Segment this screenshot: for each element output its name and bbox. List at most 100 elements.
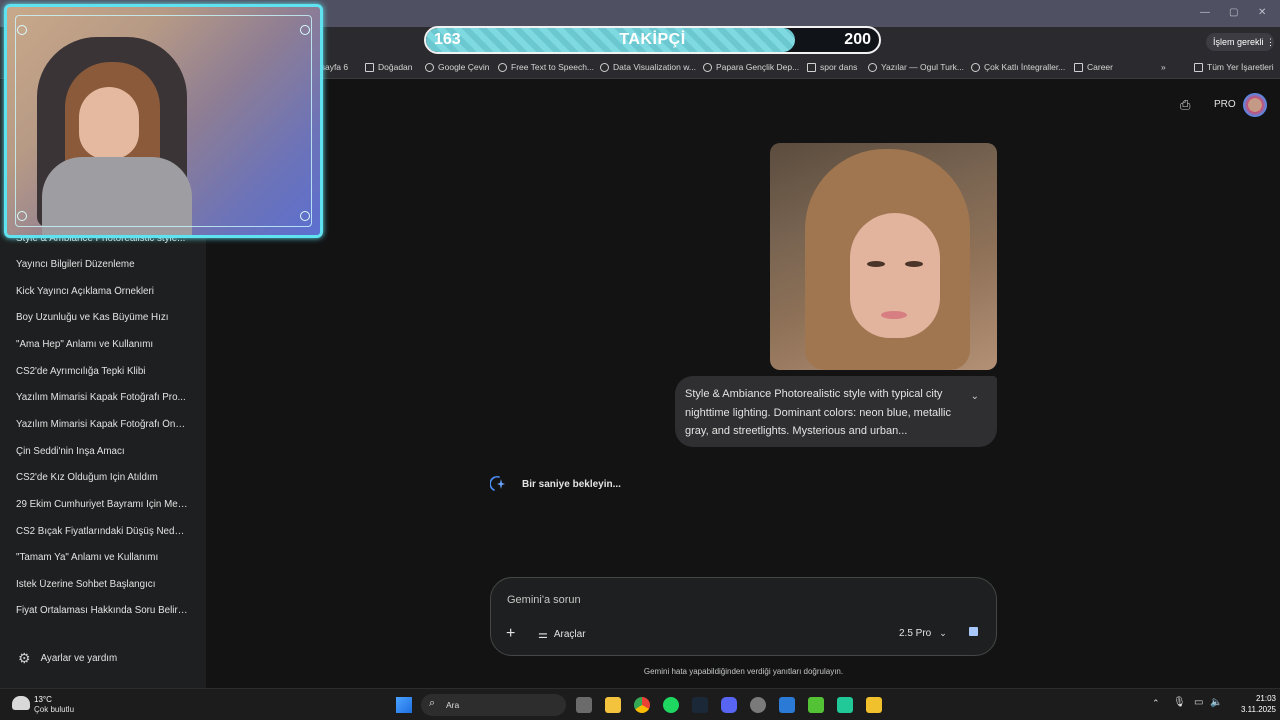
chrome-icon[interactable]	[634, 697, 650, 713]
gear-icon: ⚙	[18, 650, 31, 666]
follower-label: TAKİPÇİ	[619, 31, 686, 48]
bookmark-item[interactable]: Free Text to Speech...	[498, 62, 594, 72]
folder-icon	[365, 62, 374, 72]
settings-and-help[interactable]: ⚙ Ayarlar ve yardım	[18, 650, 117, 667]
stop-button[interactable]	[963, 621, 985, 643]
file-explorer-icon[interactable]	[605, 697, 621, 713]
globe-icon	[868, 62, 877, 72]
follower-goal-bar: 163 TAKİPÇİ 200	[424, 26, 881, 54]
settings-app-icon[interactable]	[750, 697, 766, 713]
globe-icon	[425, 62, 434, 72]
settings-label: Ayarlar ve yardım	[40, 653, 118, 664]
sidebar-chat-item[interactable]: Fiyat Ortalaması Hakkında Soru Belirs...	[16, 605, 188, 616]
discord-icon[interactable]	[721, 697, 737, 713]
photo-lips	[881, 311, 907, 319]
all-bookmarks-folder[interactable]: Tüm Yer İşaretleri	[1194, 62, 1274, 72]
microphone-icon[interactable]: 🎙	[1173, 697, 1186, 708]
sidebar-chat-item[interactable]: "Ama Hep" Anlamı ve Kullanımı	[16, 339, 188, 350]
sidebar-chat-item[interactable]: CS2'de Kız Olduğum İçin Atıldım	[16, 472, 188, 483]
bookmark-label: Çok Katlı İntegraller...	[984, 62, 1066, 72]
add-file-icon[interactable]: +	[506, 625, 515, 643]
taskbar-search[interactable]: ⌕ Ara	[421, 694, 566, 716]
action-required-button[interactable]: İşlem gerekli ⋮	[1206, 33, 1275, 51]
photo-eye	[867, 261, 885, 267]
weather-desc[interactable]: Çok bulutlu	[34, 705, 74, 714]
temporary-chat-icon[interactable]: ⎙	[1180, 97, 1190, 113]
globe-icon	[703, 62, 712, 72]
webcam-overlay	[4, 4, 323, 238]
task-view-icon[interactable]	[576, 697, 592, 713]
bookmark-item[interactable]: Yazılar — Ogul Turk...	[868, 62, 964, 72]
sidebar-chat-item[interactable]: CS2 Bıçak Fiyatlarındaki Düşüş Nede...	[16, 526, 188, 537]
account-avatar[interactable]	[1243, 93, 1267, 117]
clock-date[interactable]: 3.11.2025	[1226, 705, 1276, 714]
display-icon[interactable]: ▭	[1194, 697, 1203, 708]
folder-icon	[1074, 62, 1083, 72]
bookmark-label: Free Text to Speech...	[511, 62, 594, 72]
user-prompt-bubble: Style & Ambiance Photorealistic style wi…	[675, 376, 997, 447]
bookmark-label: Tüm Yer İşaretleri	[1207, 62, 1274, 72]
globe-icon	[971, 62, 980, 72]
sidebar-chat-item[interactable]: Boy Uzunluğu ve Kas Büyüme Hızı	[16, 312, 188, 323]
bookmark-label: spor dans	[820, 62, 858, 72]
bookmark-folder[interactable]: Career	[1074, 62, 1113, 72]
sidebar-chat-item[interactable]: Çin Seddi'nin İnşa Amacı	[16, 446, 188, 457]
chevron-right-icon: »	[1161, 62, 1166, 72]
bookmark-item[interactable]: Çok Katlı İntegraller...	[971, 62, 1065, 72]
prompt-composer[interactable]: Gemini'a sorun + ⚌ Araçlar 2.5 Pro ⌄	[490, 577, 997, 656]
close-icon[interactable]: ✕	[1258, 7, 1266, 18]
thinking-text: Bir saniye bekleyin...	[522, 478, 621, 490]
model-label: 2.5 Pro	[899, 628, 932, 639]
app-icon[interactable]	[837, 697, 853, 713]
sidebar-chat-item[interactable]: 29 Ekim Cumhuriyet Bayramı İçin Met...	[16, 499, 188, 510]
cloud-icon	[12, 696, 30, 710]
bookmark-label: Doğadan	[378, 62, 413, 72]
frame-dot	[300, 25, 310, 35]
photos-icon[interactable]	[779, 697, 795, 713]
sidebar-chat-item[interactable]: Yazılım Mimarisi Kapak Fotoğrafı Pro...	[16, 392, 188, 403]
app-icon[interactable]	[866, 697, 882, 713]
chevron-down-icon: ⌄	[939, 628, 947, 638]
action-required-label: İşlem gerekli	[1213, 37, 1264, 47]
user-prompt-text: Style & Ambiance Photorealistic style wi…	[685, 388, 951, 437]
thinking-indicator: Bir saniye bekleyin...	[489, 475, 621, 493]
search-icon: ⌕	[429, 697, 436, 709]
speaker-icon[interactable]: 🔈	[1210, 697, 1222, 708]
tools-sliders-icon: ⚌	[538, 629, 548, 641]
bookmark-item[interactable]: Papara Gençlik Dep...	[703, 62, 799, 72]
sidebar-chat-item[interactable]: Yayıncı Bilgileri Düzenleme	[16, 259, 188, 270]
maximize-icon[interactable]: ▢	[1229, 7, 1238, 18]
clock-time[interactable]: 21:03	[1236, 694, 1276, 703]
weather-temp[interactable]: 13°C	[34, 695, 52, 704]
sidebar-chat-item[interactable]: "Tamam Ya" Anlamı ve Kullanımı	[16, 552, 188, 563]
bookmark-folder[interactable]: spor dans	[807, 62, 857, 72]
frame-dot	[17, 211, 27, 221]
windows-start-icon[interactable]	[396, 697, 412, 713]
bookmark-item[interactable]: Google Çevin	[425, 62, 490, 72]
photo-eye	[905, 261, 923, 267]
steam-icon[interactable]	[692, 697, 708, 713]
minimize-icon[interactable]: —	[1200, 7, 1210, 18]
disclaimer: Gemini hata yapabildiğinden verdiği yanı…	[643, 667, 844, 676]
sidebar-chat-item[interactable]: CS2'de Ayrımcılığa Tepki Klibi	[16, 366, 188, 377]
sidebar-chat-item[interactable]: Kick Yayıncı Açıklama Örnekleri	[16, 286, 188, 297]
bookmark-label: Google Çevin	[438, 62, 490, 72]
tools-label: Araçlar	[553, 629, 586, 640]
uploaded-photo[interactable]	[770, 143, 997, 370]
globe-icon	[498, 62, 507, 72]
follower-goal: 200	[844, 31, 871, 48]
stop-icon	[969, 627, 978, 636]
spotify-icon[interactable]	[663, 697, 679, 713]
bookmarks-overflow-button[interactable]: »	[1161, 62, 1166, 72]
prompt-input[interactable]: Gemini'a sorun	[507, 594, 581, 606]
tools-button[interactable]: ⚌ Araçlar	[538, 628, 586, 641]
frame-dot	[17, 25, 27, 35]
chevron-down-icon[interactable]: ⌄	[971, 388, 979, 407]
sidebar-chat-item[interactable]: İstek Üzerine Sohbet Başlangıcı	[16, 579, 188, 590]
kick-icon[interactable]	[808, 697, 824, 713]
sidebar-chat-item[interactable]: Yazılım Mimarisi Kapak Fotoğrafı Öne...	[16, 419, 188, 430]
chevron-up-icon[interactable]: ⌃	[1152, 698, 1160, 709]
model-selector[interactable]: 2.5 Pro ⌄	[899, 628, 947, 639]
bookmark-folder[interactable]: Doğadan	[365, 62, 413, 72]
bookmark-item[interactable]: Data Visualization w...	[600, 62, 696, 72]
